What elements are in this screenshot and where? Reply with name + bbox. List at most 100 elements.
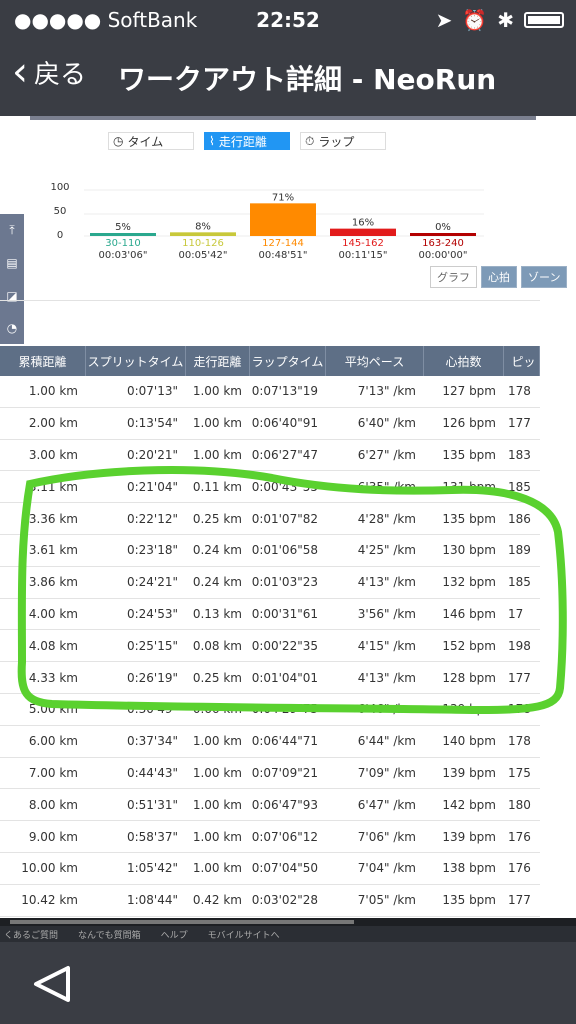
footer-link[interactable]: くあるご質問 [4, 928, 58, 941]
top-arrow-icon[interactable]: ⤒ [9, 223, 14, 238]
tab-lap[interactable]: ⏱ ラップ [300, 132, 386, 150]
table-cell: 8.00 km [28, 797, 78, 812]
document-icon[interactable]: ▤ [6, 256, 17, 270]
table-cell: 2.00 km [28, 416, 78, 431]
table-cell: 6'46" /km [357, 702, 416, 717]
table-cell: 6'35" /km [357, 479, 416, 494]
table-cell: 0:20'21" [126, 447, 178, 462]
table-cell: 0:06'44"71 [251, 734, 318, 749]
zone-range: 145-162 [342, 238, 384, 249]
table-cell: 183 [508, 447, 531, 462]
table-cell: 177 [508, 416, 531, 431]
table-cell: 135 bpm [442, 511, 496, 526]
table-cell: 189 [508, 543, 531, 558]
table-cell: 131 bpm [442, 479, 496, 494]
table-cell: 0:04'29"75 [251, 702, 318, 717]
table-row: 3.61 km 0:23'18" 0.24 km 0:01'06"58 4'25" /k… [0, 535, 540, 567]
table-cell: 178 [508, 734, 531, 749]
table-cell: 0:24'53" [126, 606, 178, 621]
table-cell: 0.25 km [192, 670, 242, 685]
tab-label: 走行距離 [218, 134, 267, 149]
table-cell: 4'15" /km [357, 638, 416, 653]
table-cell: 3.36 km [28, 511, 78, 526]
zone-bar [90, 233, 156, 236]
nav-bar: ‹ 戻る ワークアウト詳細 - NeoRun [0, 40, 576, 116]
table-cell: 7'09" /km [357, 765, 416, 780]
table-cell: 7.00 km [28, 765, 78, 780]
table-cell: 10.00 km [21, 861, 78, 876]
table-row: 3.11 km 0:21'04" 0.11 km 0:00'43"55 6'35" /k… [0, 471, 540, 504]
footer-links: くあるご質問 なんでも質問箱 ヘルプ モバイルサイトへ [0, 926, 576, 942]
table-row: 3.36 km 0:22'12" 0.25 km 0:01'07"82 4'28" /k… [0, 503, 540, 535]
table-cell: 6'47" /km [357, 797, 416, 812]
table-row: 5.00 km 0:30'49" 0.66 km 0:04'29"75 6'46" /k… [0, 694, 540, 726]
table-cell: 1:05'42" [126, 861, 178, 876]
bluetooth-icon: ✱ [497, 8, 514, 32]
back-triangle-icon[interactable] [32, 964, 72, 1004]
table-cell: 0:06'27"47 [251, 447, 318, 462]
table-cell: 7'06" /km [357, 829, 416, 844]
zone-bar [410, 233, 476, 236]
zone-button[interactable]: ゾーン [521, 266, 568, 288]
table-row: 1.00 km 0:07'13" 1.00 km 0:07'13"19 7'13" /k… [0, 376, 540, 408]
table-cell: 10.42 km [21, 893, 78, 908]
stopwatch-icon: ⏱ [305, 133, 315, 148]
table-cell: 177 [508, 670, 531, 685]
table-cell: 176 [508, 829, 531, 844]
table-cell: 0:13'54" [126, 416, 178, 431]
zone-time: 00:03'06" [99, 250, 148, 261]
footer-link[interactable]: なんでも質問箱 [78, 928, 141, 941]
graph-button[interactable]: グラフ [430, 266, 477, 288]
scroll-thumb[interactable] [10, 920, 354, 924]
table-cell: 0.08 km [192, 638, 242, 653]
table-cell: 0:07'13" [126, 384, 178, 399]
table-cell: 4'13" /km [357, 575, 416, 590]
table-row: 8.00 km 0:51'31" 1.00 km 0:06'47"93 6'47" /k… [0, 789, 540, 822]
table-cell: 0:44'43" [126, 765, 178, 780]
top-strip [30, 116, 536, 120]
footer-link[interactable]: モバイルサイトへ [208, 928, 280, 941]
zone-percent: 0% [435, 222, 451, 233]
col-header: 累積距離 [0, 346, 86, 376]
table-cell: 185 [508, 575, 531, 590]
zone-bar [170, 232, 236, 236]
heart-rate-button[interactable]: 心拍 [481, 266, 517, 288]
tab-distance[interactable]: ⌇ 走行距離 [204, 132, 290, 150]
table-cell: 3.61 km [28, 543, 78, 558]
tabs: ◷ タイム ⌇ 走行距離 ⏱ ラップ [108, 132, 386, 150]
tab-time[interactable]: ◷ タイム [108, 132, 194, 150]
table-cell: 4.00 km [28, 606, 78, 621]
location-icon: ➤ [435, 8, 453, 32]
footer-link[interactable]: ヘルプ [161, 928, 188, 941]
table-cell: 7'13" /km [357, 384, 416, 399]
table-cell: 0:24'21" [126, 575, 178, 590]
table-cell: 0:06'40"91 [251, 416, 318, 431]
side-toolbar: ⤒ ▤ ◪ ◔ [0, 214, 24, 344]
table-cell: 127 bpm [442, 384, 496, 399]
zone-range: 127-144 [262, 238, 304, 249]
table-cell: 3.00 km [28, 447, 78, 462]
table-cell: 139 bpm [442, 702, 496, 717]
table-cell: 0.11 km [192, 479, 242, 494]
table-cell: 1.00 km [192, 447, 242, 462]
table-cell: 0:01'04"01 [251, 670, 318, 685]
workout-content: ◷ タイム ⌇ 走行距離 ⏱ ラップ 100 50 0 5% 30-110 00:0… [0, 116, 576, 926]
table-cell: 1.00 km [192, 416, 242, 431]
table-cell: 7'05" /km [357, 893, 416, 908]
tab-label: ラップ [318, 134, 355, 149]
stopwatch-icon[interactable]: ◔ [7, 321, 17, 335]
col-header: ラップタイム [250, 346, 326, 376]
lap-table: 累積距離 スプリットタイム 走行距離 ラップタイム 平均ペース 心拍数 ピッ 1… [0, 346, 540, 917]
back-label: 戻る [34, 59, 87, 90]
status-icons: ➤ ⏰ ✱ [436, 8, 564, 32]
table-cell: 17 [508, 606, 524, 621]
back-button[interactable]: ‹ 戻る [12, 52, 86, 92]
table-cell: 126 bpm [442, 416, 496, 431]
col-header: ピッ [504, 346, 540, 376]
table-cell: 138 bpm [442, 861, 496, 876]
table-cell: 0:00'31"61 [251, 606, 318, 621]
table-cell: 0:03'02"28 [251, 893, 318, 908]
table-cell: 176 [508, 861, 531, 876]
tab-label: タイム [127, 134, 164, 149]
chevron-left-icon: ‹ [12, 49, 28, 95]
